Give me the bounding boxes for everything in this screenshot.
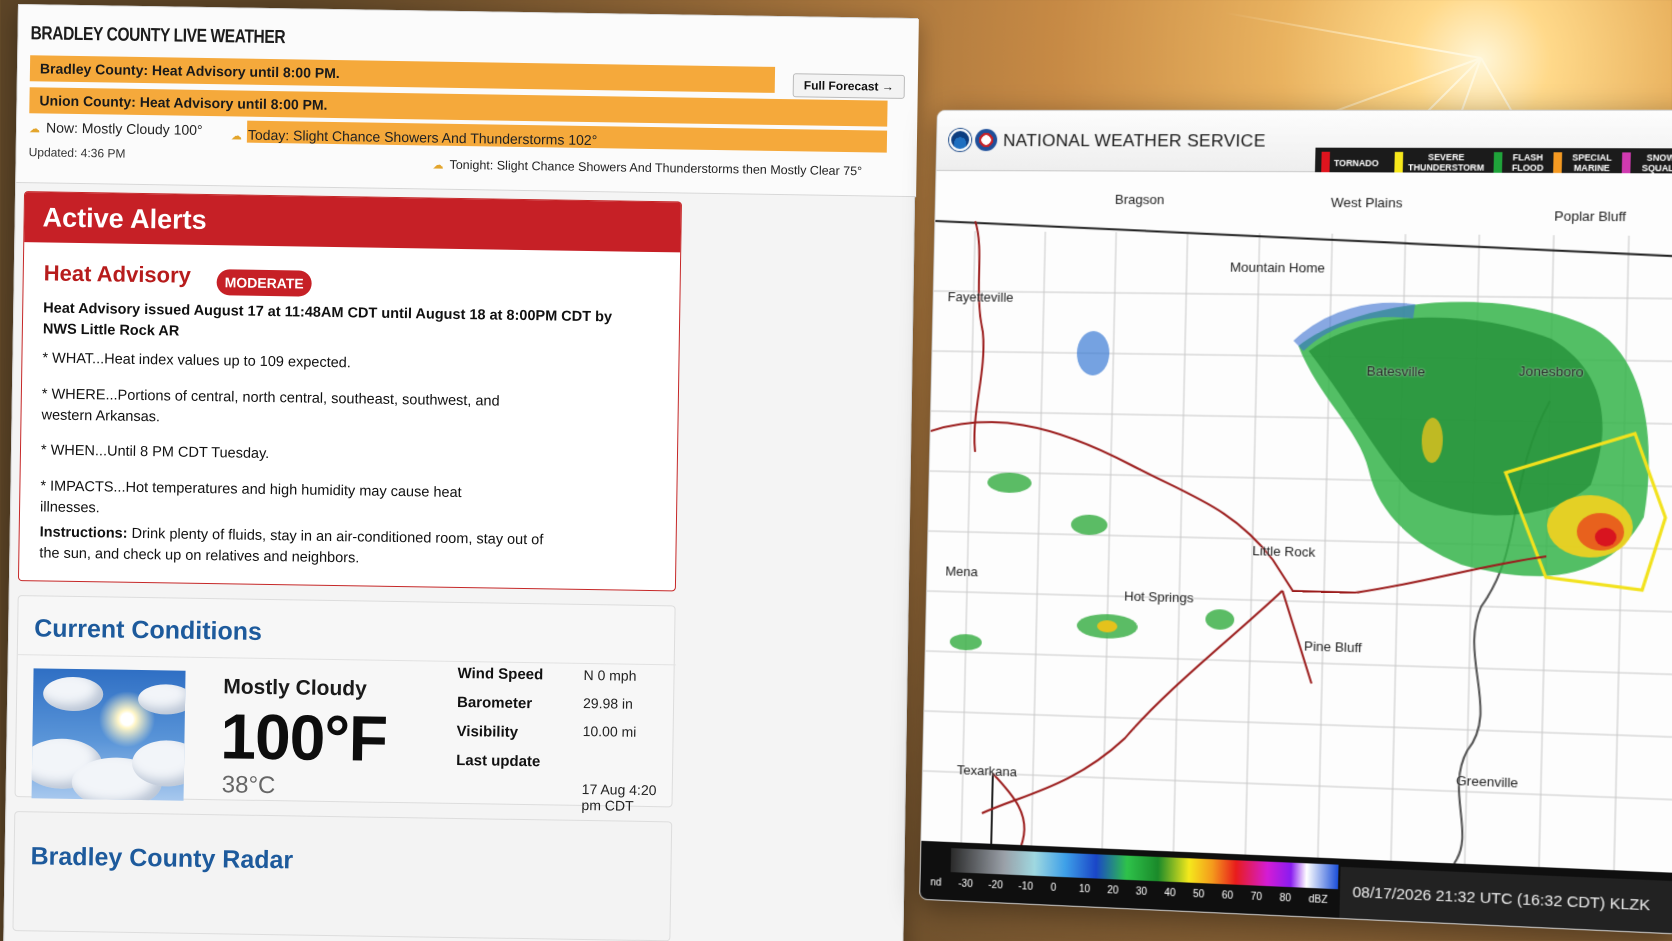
legend-tornado: TORNADO <box>1333 157 1379 169</box>
partly-cloudy-icon: ☁ <box>230 130 243 143</box>
barometer-value: 29.98 in <box>582 694 634 712</box>
legend-severe: SEVERE THUNDERSTORM <box>1407 151 1485 173</box>
scale-tick: 20 <box>1107 885 1119 897</box>
scale-tick: 40 <box>1164 887 1176 900</box>
city-jonesboro: Jonesboro <box>1518 363 1584 380</box>
city-little-rock: Little Rock <box>1252 542 1316 560</box>
visibility-label: Visibility <box>456 722 519 741</box>
scale-tick: -10 <box>1018 881 1034 893</box>
scale-tick: 0 <box>1050 882 1057 894</box>
scale-tick: -30 <box>958 878 973 891</box>
city-bragson: Bragson <box>1114 191 1165 208</box>
scale-tick: nd <box>930 877 942 889</box>
alert-impacts: * IMPACTS...Hot temperatures and high hu… <box>39 478 462 517</box>
city-poplar-bluff: Poplar Bluff <box>1554 208 1627 225</box>
alert-title: Heat Advisory <box>43 260 192 288</box>
radar-timestamp: 08/17/2026 21:32 UTC (16:32 CDT) KLZK <box>1339 866 1672 934</box>
severity-badge: MODERATE <box>216 269 312 297</box>
nws-header: NATIONAL WEATHER SERVICE TORNADO SEVERE … <box>936 110 1672 191</box>
scale-tick: 80 <box>1279 892 1292 905</box>
city-greenville: Greenville <box>1455 772 1519 791</box>
city-batesville: Batesville <box>1366 363 1426 380</box>
active-alerts-box: Active Alerts Heat Advisory MODERATE Hea… <box>17 191 682 592</box>
partly-cloudy-icon: ☁ <box>28 123 41 136</box>
city-mountain-home: Mountain Home <box>1229 259 1326 276</box>
radar-map-graphic <box>921 171 1672 873</box>
partly-cloudy-icon: ☁ <box>432 159 444 172</box>
scale-tick: dBZ <box>1308 894 1328 907</box>
forecast-now: ☁ Now: Mostly Cloudy 100° <box>28 119 203 138</box>
scale-tick: 50 <box>1192 888 1205 901</box>
last-update-label: Last update <box>456 751 541 771</box>
updated-time: Updated: 4:36 PM <box>28 145 126 161</box>
site-title: BRADLEY COUNTY LIVE WEATHER <box>30 23 286 49</box>
forecast-tonight: ☁ Tonight: Slight Chance Showers And Thun… <box>432 157 863 179</box>
city-texarkana: Texarkana <box>956 762 1018 780</box>
wind-speed-label: Wind Speed <box>457 664 544 684</box>
forecast-tonight-text: Tonight: Slight Chance Showers And Thund… <box>449 157 863 179</box>
forecast-header-card: BRADLEY COUNTY LIVE WEATHER Bradley Coun… <box>16 5 919 198</box>
noaa-logo-icon <box>948 128 972 152</box>
divider <box>17 654 676 666</box>
current-conditions-box: Current Conditions Mostly Cloudy 100°F 3… <box>14 595 676 814</box>
radar-header: Bradley County Radar <box>30 842 294 875</box>
scale-tick: 60 <box>1221 890 1234 902</box>
active-alerts-header: Active Alerts <box>24 192 681 253</box>
visibility-value: 10.00 mi <box>582 722 637 740</box>
radar-section: Bradley County Radar <box>12 811 673 941</box>
cloudy-sky-image <box>31 668 186 801</box>
scale-tick: 70 <box>1250 891 1263 904</box>
sun-ray <box>1224 11 1482 59</box>
alert-when: * WHEN...Until 8 PM CDT Tuesday. <box>40 442 270 463</box>
city-west-plains: West Plains <box>1330 194 1403 211</box>
alert-what: * WHAT...Heat index values up to 109 exp… <box>42 350 351 372</box>
temperature-c: 38°C <box>221 771 276 800</box>
scale-tick: -20 <box>988 879 1003 892</box>
advisory-bar-bradley[interactable]: Bradley County: Heat Advisory until 8:00… <box>29 55 776 93</box>
full-forecast-button[interactable]: Full Forecast → <box>792 73 906 99</box>
nws-title: NATIONAL WEATHER SERVICE <box>1002 130 1266 151</box>
legend-snow: SNOW SQUALL <box>1641 152 1672 174</box>
cloud-shape <box>42 676 104 712</box>
nws-logo-icon <box>974 128 998 152</box>
scale-tick: 30 <box>1135 886 1148 898</box>
wind-speed-value: N 0 mph <box>583 666 637 684</box>
alert-where: * WHERE...Portions of central, north cen… <box>41 386 500 426</box>
weather-site-panel: BRADLEY COUNTY LIVE WEATHER Bradley Coun… <box>3 4 919 941</box>
city-pine-bluff: Pine Bluff <box>1303 638 1362 656</box>
radar-map[interactable]: Bragson West Plains Poplar Bluff Mountai… <box>921 170 1672 874</box>
city-mena: Mena <box>945 563 979 580</box>
temperature-f: 100°F <box>219 700 388 775</box>
current-conditions-header: Current Conditions <box>33 614 263 646</box>
city-hot-springs: Hot Springs <box>1123 588 1194 606</box>
last-update-value: 17 Aug 4:20 pm CDT <box>581 780 657 814</box>
instructions-label: Instructions: <box>39 524 128 542</box>
radar-map-panel[interactable]: NATIONAL WEATHER SERVICE TORNADO SEVERE … <box>919 109 1672 935</box>
alert-issued: Heat Advisory issued August 17 at 11:48A… <box>42 300 613 340</box>
legend-flood: FLASH FLOOD <box>1511 152 1544 173</box>
alert-instructions: Instructions: Drink plenty of fluids, st… <box>39 522 560 572</box>
cloud-shape <box>137 683 186 715</box>
legend-marine: SPECIAL MARINE <box>1572 152 1612 174</box>
forecast-now-text: Now: Mostly Cloudy 100° <box>45 119 203 138</box>
city-fayetteville: Fayetteville <box>947 289 1014 305</box>
condition-text: Mostly Cloudy <box>223 675 367 701</box>
scale-tick: 10 <box>1078 883 1091 896</box>
barometer-label: Barometer <box>456 693 533 713</box>
